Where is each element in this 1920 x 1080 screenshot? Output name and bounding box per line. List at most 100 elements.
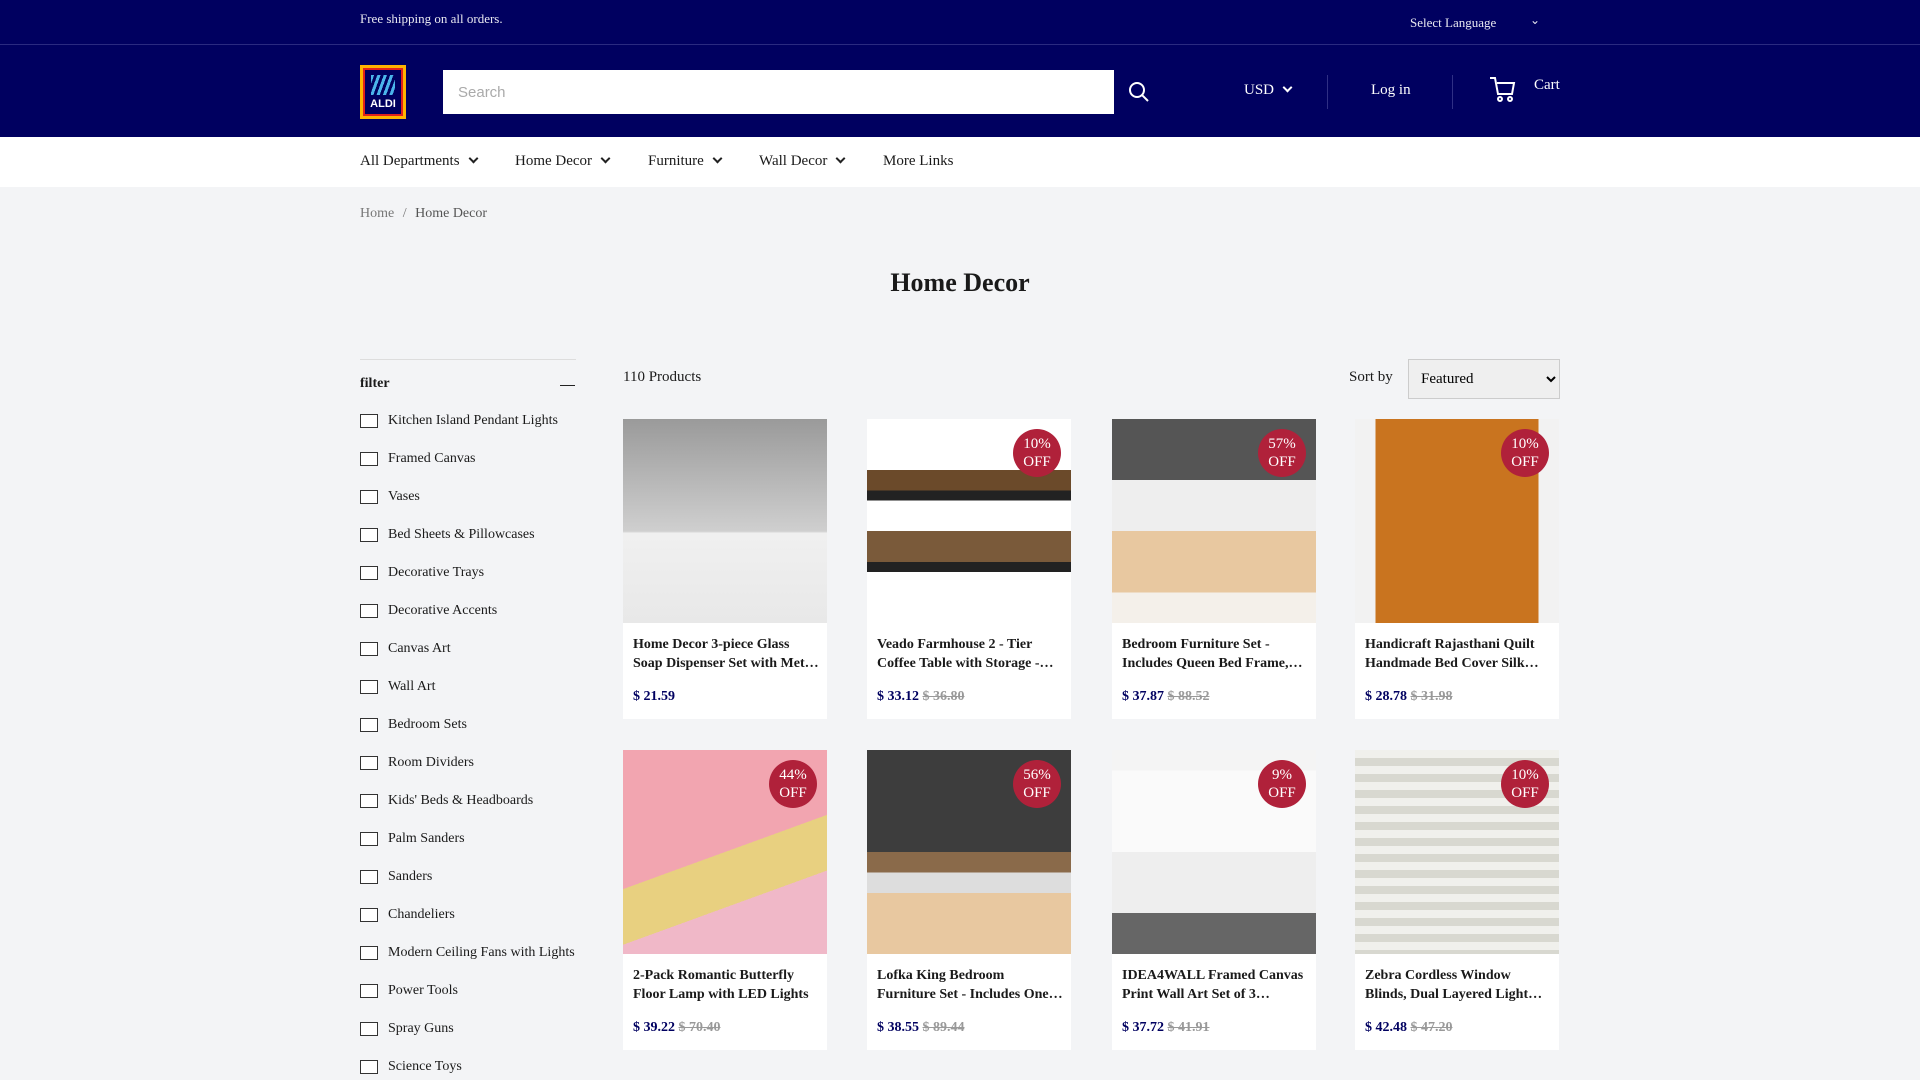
divider [1327, 75, 1328, 109]
checkbox[interactable] [360, 528, 378, 542]
filter-label: Canvas Art [388, 641, 451, 656]
filter-option[interactable]: Bedroom Sets [360, 715, 467, 735]
checkbox[interactable] [360, 1060, 378, 1074]
product-price: $ 42.48 $ 47.20 [1365, 1020, 1453, 1036]
chevron-down-icon[interactable]: ⌄ [1530, 13, 1540, 28]
filter-option[interactable]: Chandeliers [360, 905, 455, 925]
shipping-notice: Free shipping on all orders. [360, 11, 503, 26]
product-name[interactable]: Lofka King Bedroom Furniture Set - Inclu… [877, 966, 1063, 1004]
checkbox[interactable] [360, 718, 378, 732]
main-nav: All Departments Home Decor Furniture Wal… [0, 137, 1920, 187]
nav-wall-decor[interactable]: Wall Decor [759, 153, 846, 170]
product-name[interactable]: 2-Pack Romantic Butterfly Floor Lamp wit… [633, 966, 819, 1004]
nav-all-departments[interactable]: All Departments [360, 153, 479, 170]
nav-home-decor[interactable]: Home Decor [515, 153, 611, 170]
filter-label: Vases [388, 489, 420, 504]
checkbox[interactable] [360, 414, 378, 428]
filter-option[interactable]: Decorative Accents [360, 601, 497, 621]
product-card[interactable]: 9% OFF IDEA4WALL Framed Canvas Print Wall … [1112, 750, 1316, 1050]
product-name[interactable]: Veado Farmhouse 2 - Tier Coffee Table wi… [877, 635, 1063, 673]
language-select[interactable]: Select Language [1410, 15, 1496, 31]
filter-option[interactable]: Science Toys [360, 1057, 462, 1077]
currency-select[interactable]: USD [1244, 82, 1293, 99]
checkbox[interactable] [360, 490, 378, 504]
product-card[interactable]: 10% OFF Handicraft Rajasthani Quilt Handma… [1355, 419, 1559, 719]
checkbox[interactable] [360, 680, 378, 694]
checkbox[interactable] [360, 452, 378, 466]
filter-option[interactable]: Palm Sanders [360, 829, 465, 849]
badge-percent: 10% [1023, 436, 1051, 452]
filter-label: Spray Guns [388, 1021, 454, 1036]
original-price: $ 41.91 [1167, 1020, 1210, 1035]
checkbox[interactable] [360, 756, 378, 770]
filter-option[interactable]: Kids' Beds & Headboards [360, 791, 533, 811]
filter-option[interactable]: Sanders [360, 867, 432, 887]
checkbox[interactable] [360, 832, 378, 846]
nav-more-links[interactable]: More Links [883, 153, 953, 170]
filter-option[interactable]: Power Tools [360, 981, 458, 1001]
divider [360, 359, 576, 360]
filter-option[interactable]: Modern Ceiling Fans with Lights [360, 943, 575, 963]
filter-option[interactable]: Room Dividers [360, 753, 474, 773]
currency-label: USD [1244, 82, 1275, 98]
product-name[interactable]: Handicraft Rajasthani Quilt Handmade Bed… [1365, 635, 1551, 673]
filter-label: Chandeliers [388, 907, 455, 922]
filter-option[interactable]: Vases [360, 487, 420, 507]
cart-link[interactable]: Cart [1534, 77, 1560, 94]
search-icon[interactable] [1127, 80, 1151, 104]
filter-option[interactable]: Canvas Art [360, 639, 451, 659]
filter-option[interactable]: Decorative Trays [360, 563, 484, 583]
logo-text: ALDI [370, 98, 396, 110]
filter-label: Sanders [388, 869, 433, 884]
checkbox[interactable] [360, 1022, 378, 1036]
search-input[interactable] [443, 70, 1114, 114]
discount-badge: 10% OFF [1501, 760, 1549, 808]
checkbox[interactable] [360, 984, 378, 998]
checkbox[interactable] [360, 908, 378, 922]
chevron-down-icon [835, 153, 846, 164]
aldi-logo[interactable]: ALDI [360, 65, 406, 119]
cart-icon[interactable] [1488, 75, 1516, 103]
checkbox[interactable] [360, 946, 378, 960]
breadcrumb-home[interactable]: Home [360, 206, 394, 221]
product-card[interactable]: Home Decor 3-piece Glass Soap Dispenser … [623, 419, 827, 719]
filter-heading[interactable]: filter [360, 376, 390, 392]
product-card[interactable]: 57% OFF Bedroom Furniture Set - Includes Q… [1112, 419, 1316, 719]
checkbox[interactable] [360, 566, 378, 580]
sale-price: $ 42.48 [1365, 1020, 1407, 1035]
product-name[interactable]: IDEA4WALL Framed Canvas Print Wall Art S… [1122, 966, 1308, 1004]
filter-option[interactable]: Framed Canvas [360, 449, 475, 469]
sale-price: $ 33.12 [877, 689, 919, 704]
product-card[interactable]: 44% OFF 2-Pack Romantic Butterfly Floor La… [623, 750, 827, 1050]
filter-label: Kitchen Island Pendant Lights [388, 413, 558, 428]
discount-badge: 44% OFF [769, 760, 817, 808]
filter-option[interactable]: Kitchen Island Pendant Lights [360, 411, 558, 431]
product-name[interactable]: Home Decor 3-piece Glass Soap Dispenser … [633, 635, 819, 673]
breadcrumb-separator: / [402, 206, 407, 221]
filter-label: Science Toys [388, 1059, 462, 1074]
product-card[interactable]: 10% OFF Zebra Cordless Window Blinds, Dual… [1355, 750, 1559, 1050]
sale-price: $ 38.55 [877, 1020, 919, 1035]
product-card[interactable]: 56% OFF Lofka King Bedroom Furniture Set -… [867, 750, 1071, 1050]
sort-select[interactable]: Featured [1408, 359, 1560, 399]
product-name[interactable]: Zebra Cordless Window Blinds, Dual Layer… [1365, 966, 1551, 1004]
filter-option[interactable]: Wall Art [360, 677, 435, 697]
sale-price: $ 21.59 [633, 689, 675, 704]
checkbox[interactable] [360, 642, 378, 656]
original-price: $ 70.40 [678, 1020, 721, 1035]
product-image[interactable] [623, 419, 827, 623]
product-name[interactable]: Bedroom Furniture Set - Includes Queen B… [1122, 635, 1308, 673]
badge-off: OFF [779, 785, 807, 801]
nav-label: Wall Decor [759, 153, 828, 169]
checkbox[interactable] [360, 870, 378, 884]
original-price: $ 47.20 [1410, 1020, 1453, 1035]
product-card[interactable]: 10% OFF Veado Farmhouse 2 - Tier Coffee Ta… [867, 419, 1071, 719]
collapse-icon[interactable] [560, 385, 575, 386]
filter-option[interactable]: Bed Sheets & Pillowcases [360, 525, 535, 545]
checkbox[interactable] [360, 794, 378, 808]
sort-label: Sort by [1349, 369, 1393, 385]
checkbox[interactable] [360, 604, 378, 618]
nav-furniture[interactable]: Furniture [648, 153, 723, 170]
filter-option[interactable]: Spray Guns [360, 1019, 454, 1039]
login-link[interactable]: Log in [1371, 82, 1411, 99]
